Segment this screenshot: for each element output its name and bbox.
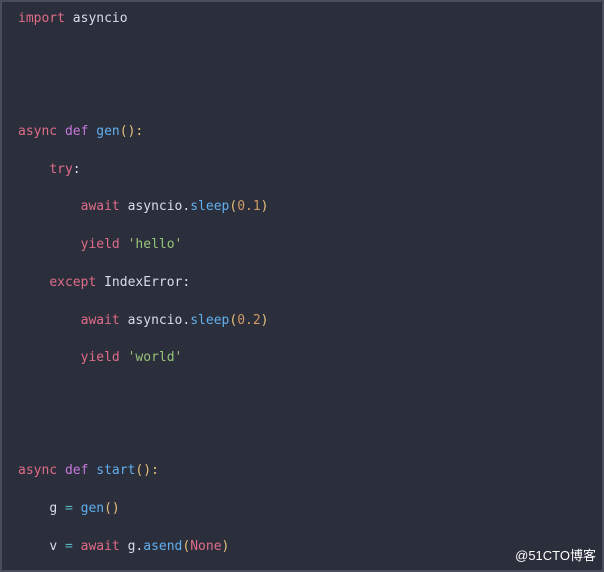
paren-close: ) — [261, 199, 269, 214]
keyword-yield: yield — [81, 237, 120, 252]
function-call: gen — [81, 501, 104, 516]
keyword-await: await — [81, 199, 120, 214]
colon: : — [182, 275, 190, 290]
module-ref: asyncio — [128, 313, 183, 328]
keyword-def: def — [65, 463, 88, 478]
keyword-try: try — [49, 162, 72, 177]
variable: g — [49, 501, 57, 516]
parens: (): — [120, 124, 143, 139]
operator: = — [57, 539, 80, 554]
code-block: import asyncio async def gen(): try: awa… — [0, 0, 604, 572]
variable: v — [49, 539, 57, 554]
parens: () — [104, 501, 120, 516]
function-call: sleep — [190, 199, 229, 214]
colon: : — [73, 162, 81, 177]
string-literal: 'hello' — [128, 237, 183, 252]
string-literal: 'world' — [128, 350, 183, 365]
number-literal: 0.1 — [237, 199, 260, 214]
keyword-await: await — [81, 313, 120, 328]
paren-open: ( — [229, 199, 237, 214]
module-ref: asyncio — [128, 199, 183, 214]
paren-close: ) — [261, 313, 269, 328]
python-code: import asyncio async def gen(): try: awa… — [18, 10, 586, 572]
parens: (): — [135, 463, 158, 478]
keyword-async: async — [18, 124, 57, 139]
keyword-import: import — [18, 11, 65, 26]
keyword-await: await — [81, 539, 120, 554]
paren-close: ) — [222, 539, 230, 554]
keyword-async: async — [18, 463, 57, 478]
keyword-def: def — [65, 124, 88, 139]
none-literal: None — [190, 539, 221, 554]
number-literal: 0.2 — [237, 313, 260, 328]
paren-open: ( — [229, 313, 237, 328]
function-call: asend — [143, 539, 182, 554]
operator: = — [57, 501, 80, 516]
function-name: start — [96, 463, 135, 478]
function-name: gen — [96, 124, 119, 139]
keyword-yield: yield — [81, 350, 120, 365]
keyword-except: except — [49, 275, 96, 290]
exception-name: IndexError — [104, 275, 182, 290]
module-name: asyncio — [73, 11, 128, 26]
watermark-text: @51CTO博客 — [515, 547, 596, 566]
function-call: sleep — [190, 313, 229, 328]
